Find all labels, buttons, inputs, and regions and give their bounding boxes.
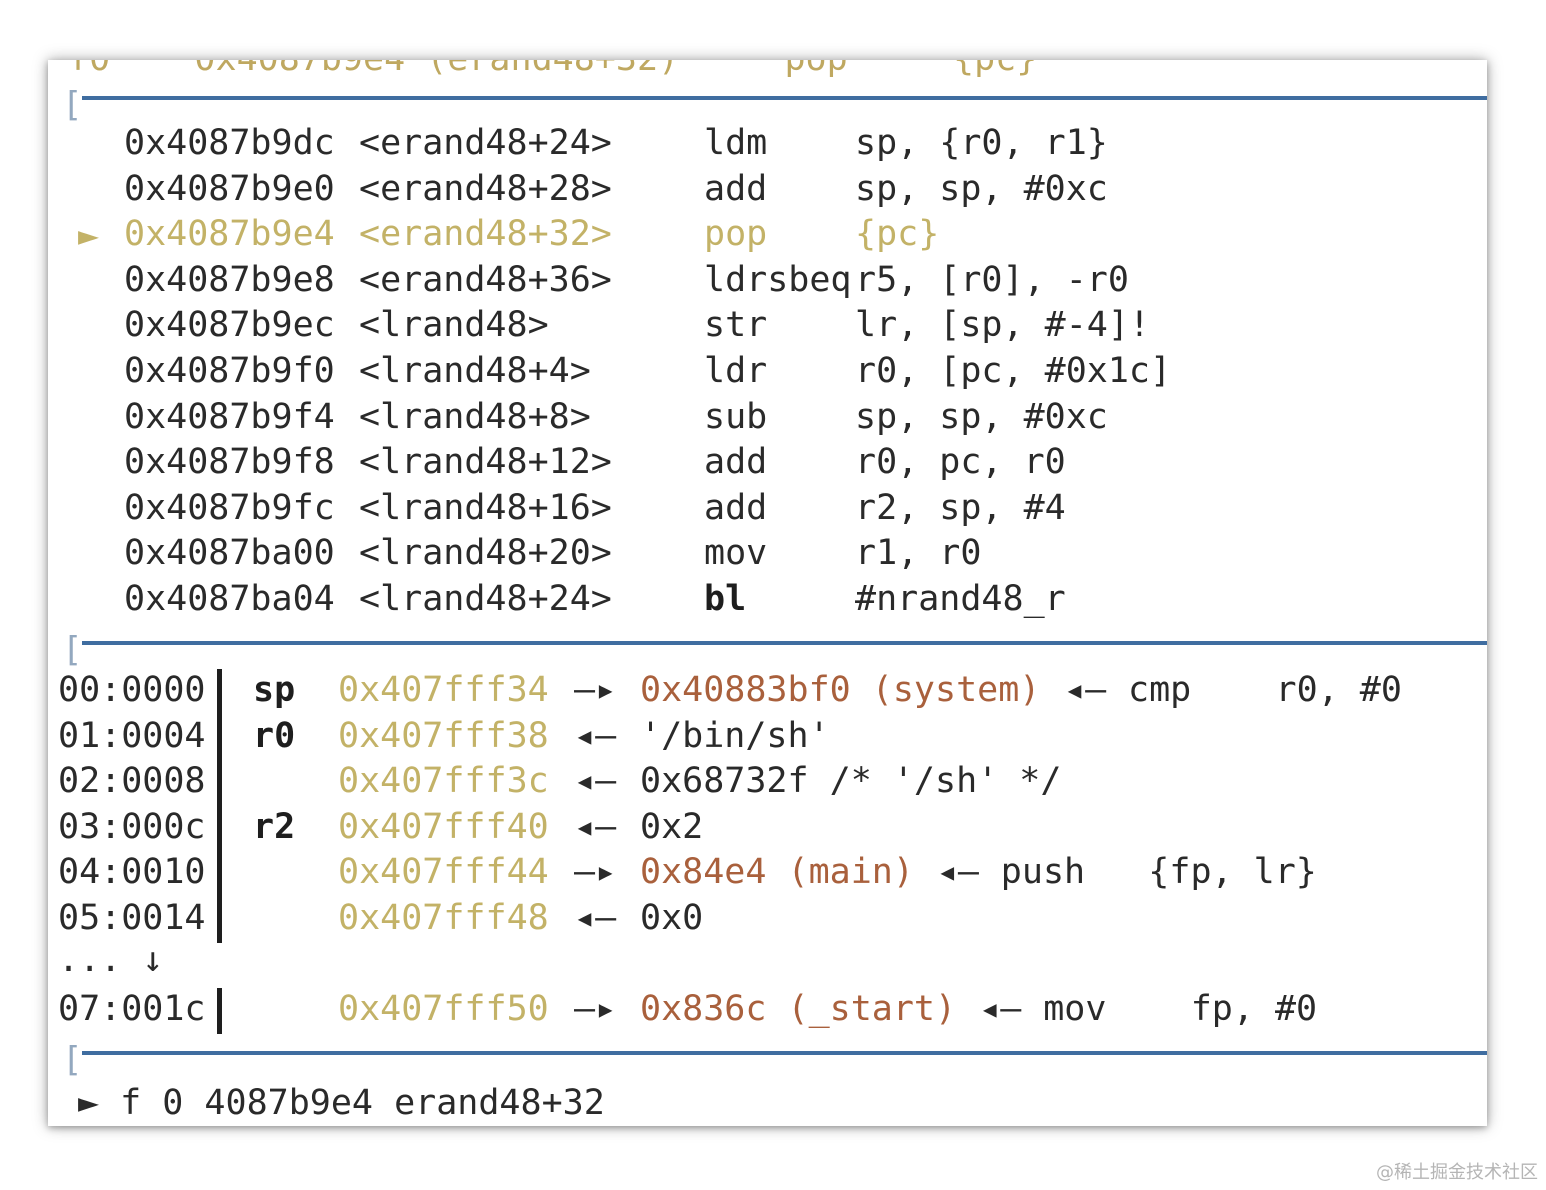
disasm-address[interactable]: 0x4087b9dc bbox=[124, 126, 335, 161]
disasm-mnemonic: pop bbox=[704, 214, 768, 255]
stack-value: '/bin/sh' bbox=[640, 715, 830, 756]
disasm-mnemonic: mov bbox=[704, 533, 768, 574]
stack-deref-arrow: ◂— bbox=[936, 852, 979, 893]
disasm-operands: r0, [pc, #0x1c] bbox=[855, 351, 1172, 391]
section-separator-stack: [ bbox=[62, 633, 1487, 667]
stack-address[interactable]: 0x407fff50 bbox=[338, 992, 549, 1027]
stack-deref-instruction: mov fp, #0 bbox=[1043, 989, 1318, 1030]
disasm-address[interactable]: 0x4087ba00 bbox=[124, 536, 335, 571]
disasm-symbol: <erand48+24> bbox=[359, 123, 612, 163]
clipped-previous-line: f0 0x4087b9e4 (erand48+32) pop {pc} bbox=[68, 60, 1037, 77]
stack-arrow: ◂— bbox=[574, 806, 617, 847]
disasm-address[interactable]: 0x4087b9e0 bbox=[124, 171, 335, 207]
stack-register-label: sp bbox=[253, 670, 296, 710]
disasm-operands: r0, pc, r0 bbox=[855, 442, 1066, 483]
separator-bracket: [ bbox=[62, 630, 83, 670]
disasm-symbol: <erand48+32> bbox=[359, 214, 612, 255]
watermark: @稀土掘金技术社区 bbox=[1376, 1162, 1538, 1183]
disasm-symbol: <lrand48> bbox=[359, 305, 549, 346]
disasm-operands: sp, {r0, r1} bbox=[855, 123, 1108, 163]
disasm-mnemonic: add bbox=[704, 168, 768, 209]
disasm-symbol: <erand48+36> bbox=[359, 259, 612, 300]
disasm-mnemonic: bl bbox=[704, 579, 747, 619]
disasm-address[interactable]: 0x4087b9f8 bbox=[124, 445, 335, 480]
disasm-address[interactable]: 0x4087b9ec bbox=[124, 308, 335, 343]
stack-address[interactable]: 0x407fff40 bbox=[338, 809, 549, 845]
stack-deref-arrow: ◂— bbox=[1064, 670, 1107, 710]
disasm-mnemonic: ldrsbeq bbox=[704, 259, 852, 300]
stack-index: 04:0010 bbox=[58, 852, 206, 893]
stack-register-label: r2 bbox=[253, 806, 296, 847]
stack-ellipsis: ... ↓ bbox=[58, 939, 164, 980]
disasm-operands: {pc} bbox=[855, 214, 940, 255]
stack-arrow: —▸ bbox=[574, 989, 617, 1030]
disasm-address[interactable]: 0x4087b9fc bbox=[124, 490, 335, 526]
stack-value: 0x84e4 (main) bbox=[640, 852, 914, 893]
stack-index: 07:001c bbox=[58, 989, 206, 1030]
stack-index: 00:0000 bbox=[58, 670, 206, 710]
disasm-operands: r2, sp, #4 bbox=[855, 487, 1066, 528]
separator-line bbox=[82, 96, 1487, 100]
disasm-symbol: <lrand48+8> bbox=[359, 396, 591, 437]
stack-index: 02:0008 bbox=[58, 761, 206, 802]
stack-deref-instruction: push {fp, lr} bbox=[1000, 852, 1317, 893]
disasm-mnemonic: sub bbox=[704, 396, 768, 437]
stack-address[interactable]: 0x407fff38 bbox=[338, 718, 549, 754]
disasm-symbol: <lrand48+20> bbox=[359, 533, 612, 574]
stack-address[interactable]: 0x407fff48 bbox=[338, 901, 549, 936]
stack-arrow: ◂— bbox=[574, 898, 617, 938]
backtrace-line[interactable]: ► f 0 4087b9e4 erand48+32 bbox=[78, 1086, 605, 1121]
stack-index: 03:000c bbox=[58, 806, 206, 847]
disasm-symbol: <erand48+28> bbox=[359, 168, 612, 209]
current-instruction-marker: ► bbox=[78, 216, 100, 257]
stack-value: 0x40883bf0 (system) bbox=[640, 670, 1041, 710]
disasm-operands: #nrand48_r bbox=[855, 579, 1066, 619]
stack-value: 0x836c (_start) bbox=[640, 989, 957, 1030]
section-separator-disasm: [ bbox=[62, 88, 1487, 122]
disasm-operands: r1, r0 bbox=[855, 533, 982, 574]
stack-arrow: ◂— bbox=[574, 761, 617, 802]
stack-index: 01:0004 bbox=[58, 715, 206, 756]
section-separator-backtrace: [ bbox=[62, 1043, 1487, 1077]
disasm-symbol: <lrand48+4> bbox=[359, 351, 591, 391]
stack-arrow: —▸ bbox=[574, 670, 617, 710]
separator-bracket: [ bbox=[62, 85, 83, 125]
disasm-mnemonic: ldr bbox=[704, 351, 768, 391]
disasm-address[interactable]: 0x4087b9e8 bbox=[124, 262, 335, 298]
disasm-symbol: <lrand48+24> bbox=[359, 579, 612, 619]
disasm-address[interactable]: 0x4087ba04 bbox=[124, 582, 335, 617]
disasm-mnemonic: add bbox=[704, 442, 768, 483]
separator-line bbox=[82, 1051, 1487, 1055]
disasm-operands: lr, [sp, #-4]! bbox=[855, 305, 1151, 346]
disasm-operands: r5, [r0], -r0 bbox=[855, 259, 1129, 300]
disasm-operands: sp, sp, #0xc bbox=[855, 396, 1108, 437]
disasm-mnemonic: str bbox=[704, 305, 768, 346]
stack-arrow: ◂— bbox=[574, 715, 617, 756]
stack-index: 05:0014 bbox=[58, 898, 206, 938]
stack-address[interactable]: 0x407fff3c bbox=[338, 764, 549, 799]
stack-value: 0x2 bbox=[640, 806, 704, 847]
debugger-terminal[interactable]: f0 0x4087b9e4 (erand48+32) pop {pc} [ 0x… bbox=[48, 60, 1487, 1126]
stack-gutter-bar bbox=[217, 669, 222, 943]
stack-register-label: r0 bbox=[253, 715, 296, 756]
stack-address[interactable]: 0x407fff44 bbox=[338, 855, 549, 890]
disasm-address[interactable]: 0x4087b9e4 bbox=[124, 217, 335, 252]
separator-bracket: [ bbox=[62, 1040, 83, 1080]
stack-address[interactable]: 0x407fff34 bbox=[338, 673, 549, 708]
disasm-operands: sp, sp, #0xc bbox=[855, 168, 1108, 209]
stack-gutter-bar bbox=[217, 988, 222, 1034]
stack-arrow: —▸ bbox=[574, 852, 617, 893]
disasm-symbol: <lrand48+12> bbox=[359, 442, 612, 483]
disasm-address[interactable]: 0x4087b9f4 bbox=[124, 399, 335, 435]
disasm-address[interactable]: 0x4087b9f0 bbox=[124, 354, 335, 389]
disasm-mnemonic: add bbox=[704, 487, 768, 528]
disasm-mnemonic: ldm bbox=[704, 123, 768, 163]
separator-line bbox=[82, 641, 1487, 645]
stack-value: 0x0 bbox=[640, 898, 704, 938]
stack-value: 0x68732f /* '/sh' */ bbox=[640, 761, 1062, 802]
disasm-symbol: <lrand48+16> bbox=[359, 487, 612, 528]
stack-deref-instruction: cmp r0, #0 bbox=[1128, 670, 1402, 710]
stack-deref-arrow: ◂— bbox=[979, 989, 1022, 1030]
